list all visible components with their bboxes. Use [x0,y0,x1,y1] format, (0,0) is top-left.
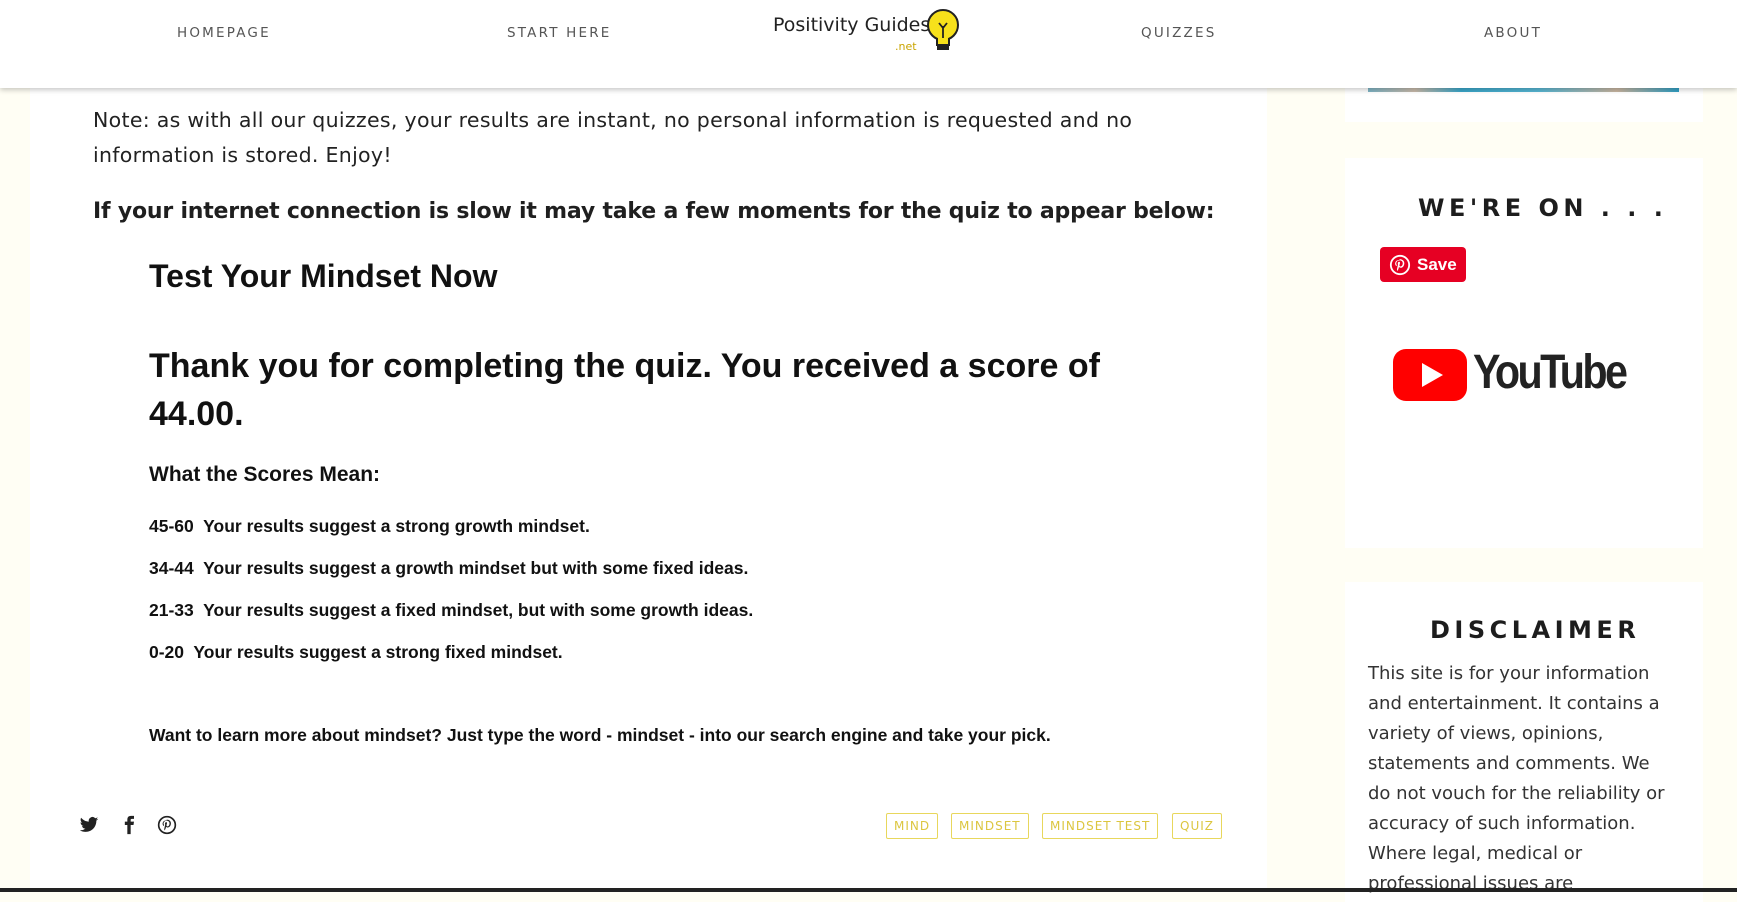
tag-quiz[interactable]: QUIZ [1172,813,1222,839]
tag-mind[interactable]: MIND [886,813,939,839]
bottom-border [0,888,1737,892]
twitter-icon[interactable] [79,815,101,837]
youtube-wordmark: YouTube [1473,346,1628,399]
score-row: 21-33 Your results suggest a fixed minds… [149,600,754,620]
slow-connection-note: If your internet connection is slow it m… [93,199,1215,224]
score-row: 0-20 Your results suggest a strong fixed… [149,642,563,662]
quiz-title: Test Your Mindset Now [149,258,498,294]
top-navigation: HOMEPAGE START HERE Positivity Guides .n… [0,0,1737,88]
logo-text: Positivity Guides [773,14,931,36]
pinterest-logo-icon [1389,254,1411,276]
youtube-link[interactable]: YouTube [1393,345,1633,405]
article-column: Note: as with all our quizzes, your resu… [30,0,1267,892]
score-row: 45-60 Your results suggest a strong grow… [149,516,590,536]
pinterest-save-label: Save [1417,255,1457,274]
were-on-title: WE'RE ON . . . [1418,194,1668,222]
nav-start-here[interactable]: START HERE [507,25,612,41]
quiz-result: Thank you for completing the quiz. You r… [149,347,1100,433]
tag-mindset[interactable]: MINDSET [951,813,1029,839]
tag-mindset-test[interactable]: MINDSET TEST [1042,813,1159,839]
score-row: 34-44 Your results suggest a growth mind… [149,558,749,578]
learn-more-text: Want to learn more about mindset? Just t… [149,725,1051,745]
site-logo[interactable]: Positivity Guides .net [773,8,963,58]
nav-homepage[interactable]: HOMEPAGE [177,25,271,41]
youtube-play-icon [1393,349,1467,401]
disclaimer-title: DISCLAIMER [1430,616,1641,644]
scores-heading: What the Scores Mean: [149,463,381,486]
nav-about[interactable]: ABOUT [1484,25,1542,41]
nav-quizzes[interactable]: QUIZZES [1141,25,1216,41]
logo-subtext: .net [895,40,917,53]
disclaimer-text: This site is for your information and en… [1368,663,1665,894]
pinterest-save-button[interactable]: Save [1380,247,1466,282]
quiz-note: Note: as with all our quizzes, your resu… [93,108,1133,167]
lightbulb-icon [927,9,959,50]
pinterest-icon[interactable] [157,815,179,837]
facebook-icon[interactable] [119,815,141,837]
